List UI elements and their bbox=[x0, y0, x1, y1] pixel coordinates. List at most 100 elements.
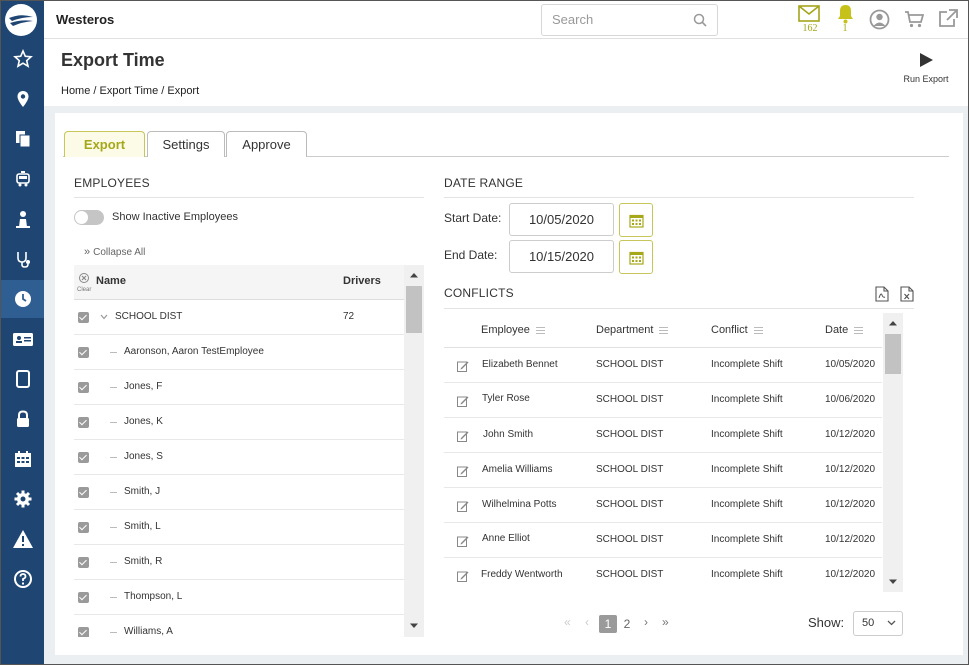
end-date-input[interactable] bbox=[509, 240, 614, 273]
column-menu-icon[interactable] bbox=[535, 326, 545, 334]
favorites-star-icon[interactable] bbox=[1, 40, 44, 78]
tab-approve[interactable]: Approve bbox=[226, 131, 307, 157]
search-icon[interactable] bbox=[693, 13, 707, 27]
table-row[interactable]: Freddy Wentworth SCHOOL DIST Incomplete … bbox=[444, 558, 882, 592]
edit-icon[interactable] bbox=[457, 395, 469, 407]
table-row[interactable]: Elizabeth Bennet SCHOOL DIST Incomplete … bbox=[444, 348, 882, 383]
date-range-title: DATE RANGE bbox=[444, 176, 524, 190]
user-avatar-icon[interactable] bbox=[869, 9, 890, 33]
location-pin-icon[interactable] bbox=[1, 80, 44, 118]
lock-icon[interactable] bbox=[1, 400, 44, 438]
table-row[interactable]: Smith, J bbox=[74, 475, 404, 510]
table-row[interactable]: Jones, S bbox=[74, 440, 404, 475]
documents-icon[interactable] bbox=[1, 120, 44, 158]
edit-icon[interactable] bbox=[457, 360, 469, 372]
page-size-select[interactable]: 50 bbox=[853, 611, 903, 636]
tab-settings[interactable]: Settings bbox=[147, 131, 225, 157]
mail-icon[interactable] bbox=[798, 5, 820, 25]
row-checkbox[interactable] bbox=[78, 627, 89, 637]
page-1-button[interactable]: 1 bbox=[599, 615, 617, 633]
row-checkbox[interactable] bbox=[78, 452, 89, 463]
bus-icon[interactable] bbox=[1, 160, 44, 198]
prev-page-icon[interactable]: ‹ bbox=[585, 615, 589, 629]
pdf-export-icon[interactable] bbox=[875, 286, 889, 305]
edit-icon[interactable] bbox=[457, 535, 469, 547]
col-department-header[interactable]: Department bbox=[596, 324, 669, 336]
column-menu-icon[interactable] bbox=[753, 326, 763, 334]
collapse-all-button[interactable]: » Collapse All bbox=[84, 246, 145, 258]
employee-name: Williams, A bbox=[124, 626, 173, 637]
conflicts-scrollbar[interactable] bbox=[883, 313, 903, 592]
table-row[interactable]: Smith, R bbox=[74, 545, 404, 580]
start-date-calendar-button[interactable] bbox=[619, 203, 653, 237]
table-row[interactable]: Amelia Williams SCHOOL DIST Incomplete S… bbox=[444, 453, 882, 488]
calendar-icon[interactable] bbox=[1, 440, 44, 478]
tablet-icon[interactable] bbox=[1, 360, 44, 398]
column-menu-icon[interactable] bbox=[659, 326, 669, 334]
excel-export-icon[interactable] bbox=[900, 286, 914, 305]
col-drivers-header[interactable]: Drivers bbox=[343, 275, 381, 287]
edit-icon[interactable] bbox=[457, 500, 469, 512]
table-row[interactable]: Thompson, L bbox=[74, 580, 404, 615]
chevron-down-icon[interactable] bbox=[100, 314, 108, 320]
clear-selection-icon[interactable] bbox=[79, 273, 89, 283]
table-row[interactable]: Williams, A bbox=[74, 615, 404, 637]
cart-icon[interactable] bbox=[904, 11, 925, 31]
table-row[interactable]: Tyler Rose SCHOOL DIST Incomplete Shift … bbox=[444, 383, 882, 418]
breadcrumb[interactable]: Home / Export Time / Export bbox=[61, 85, 199, 97]
scroll-up-icon[interactable] bbox=[888, 320, 898, 326]
row-checkbox[interactable] bbox=[78, 347, 89, 358]
table-row[interactable]: Wilhelmina Potts SCHOOL DIST Incomplete … bbox=[444, 488, 882, 523]
end-date-calendar-button[interactable] bbox=[619, 240, 653, 274]
table-row[interactable]: Aaronson, Aaron TestEmployee bbox=[74, 335, 404, 370]
calendar-icon bbox=[628, 214, 644, 228]
column-menu-icon[interactable] bbox=[854, 326, 864, 334]
run-export-button[interactable]: Run Export bbox=[901, 52, 951, 84]
id-card-icon[interactable] bbox=[1, 320, 44, 358]
row-checkbox[interactable] bbox=[78, 592, 89, 603]
page-2-button[interactable]: 2 bbox=[619, 615, 635, 633]
person-icon[interactable] bbox=[1, 200, 44, 238]
app-logo[interactable] bbox=[5, 4, 37, 36]
last-page-icon[interactable]: » bbox=[662, 615, 669, 629]
external-link-icon[interactable] bbox=[938, 9, 958, 31]
col-employee-header[interactable]: Employee bbox=[481, 324, 545, 336]
help-icon[interactable] bbox=[1, 560, 44, 598]
stethoscope-icon[interactable] bbox=[1, 240, 44, 278]
row-checkbox[interactable] bbox=[78, 522, 89, 533]
row-checkbox[interactable] bbox=[78, 312, 89, 323]
table-row[interactable]: Jones, F bbox=[74, 370, 404, 405]
first-page-icon[interactable]: « bbox=[564, 615, 571, 629]
clock-icon[interactable] bbox=[1, 280, 44, 318]
inactive-employees-toggle[interactable] bbox=[74, 210, 104, 225]
table-row[interactable]: Anne Elliot SCHOOL DIST Incomplete Shift… bbox=[444, 523, 882, 558]
warning-icon[interactable] bbox=[1, 520, 44, 558]
edit-icon[interactable] bbox=[457, 570, 469, 582]
employees-scrollbar[interactable] bbox=[404, 265, 424, 637]
table-row[interactable]: Jones, K bbox=[74, 405, 404, 440]
next-page-icon[interactable]: › bbox=[644, 615, 648, 629]
row-checkbox[interactable] bbox=[78, 417, 89, 428]
table-row[interactable]: John Smith SCHOOL DIST Incomplete Shift … bbox=[444, 418, 882, 453]
edit-icon[interactable] bbox=[457, 465, 469, 477]
row-checkbox[interactable] bbox=[78, 557, 89, 568]
scrollbar-thumb[interactable] bbox=[406, 286, 422, 333]
scroll-up-icon[interactable] bbox=[409, 272, 419, 278]
table-row[interactable]: Smith, L bbox=[74, 510, 404, 545]
row-checkbox[interactable] bbox=[78, 382, 89, 393]
col-conflict-header[interactable]: Conflict bbox=[711, 324, 763, 336]
tab-export[interactable]: Export bbox=[64, 131, 145, 157]
search-box[interactable] bbox=[541, 4, 718, 36]
scroll-down-icon[interactable] bbox=[888, 579, 898, 585]
search-input[interactable] bbox=[552, 12, 682, 27]
scrollbar-thumb[interactable] bbox=[885, 334, 901, 374]
cell-conflict: Incomplete Shift bbox=[711, 394, 783, 405]
row-checkbox[interactable] bbox=[78, 487, 89, 498]
scroll-down-icon[interactable] bbox=[409, 623, 419, 629]
col-date-header[interactable]: Date bbox=[825, 324, 864, 336]
table-row[interactable]: SCHOOL DIST 72 bbox=[74, 300, 404, 335]
start-date-input[interactable] bbox=[509, 203, 614, 236]
edit-icon[interactable] bbox=[457, 430, 469, 442]
col-name-header[interactable]: Name bbox=[96, 275, 126, 287]
gear-icon[interactable] bbox=[1, 480, 44, 518]
